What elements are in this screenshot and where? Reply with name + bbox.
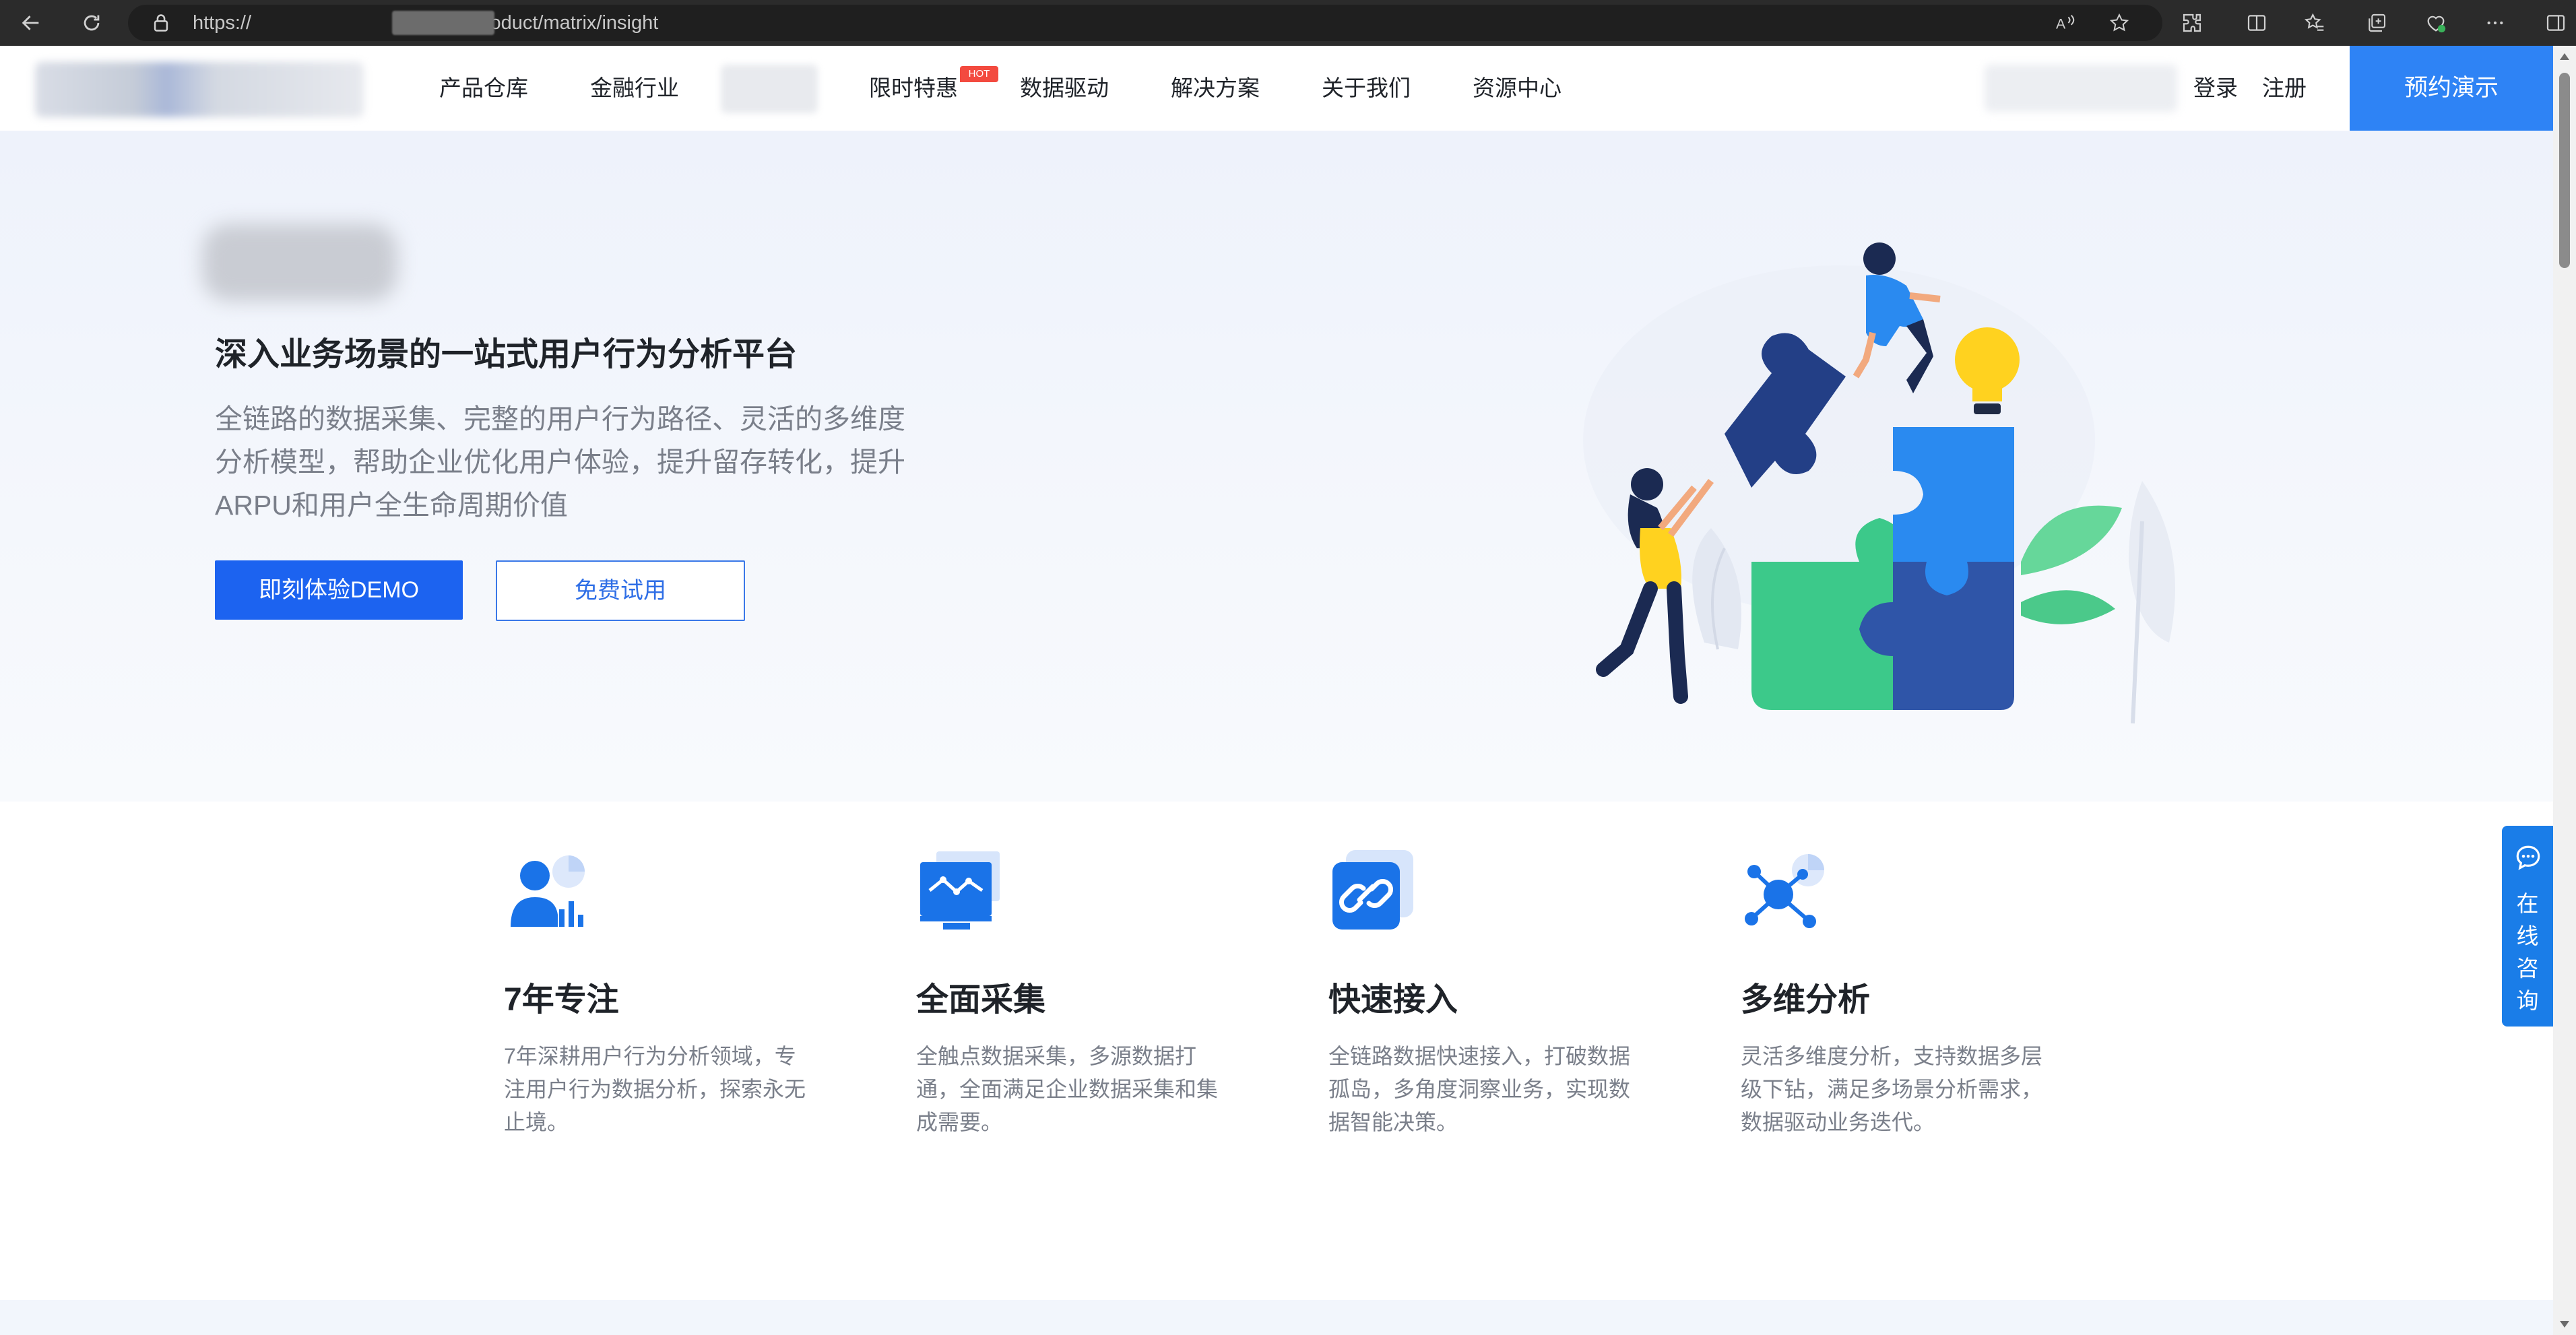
try-demo-button[interactable]: 即刻体验DEMO bbox=[215, 560, 463, 620]
url-redaction bbox=[392, 11, 494, 35]
feature-description: 7年深耕用户行为分析领域，专注用户行为数据分析，探索永无止境。 bbox=[504, 1044, 806, 1134]
free-trial-button[interactable]: 免费试用 bbox=[496, 560, 745, 621]
book-demo-button[interactable]: 预约演示 bbox=[2350, 46, 2553, 131]
split-screen-icon[interactable] bbox=[2241, 7, 2273, 39]
reload-icon[interactable] bbox=[75, 7, 108, 39]
scroll-up-icon[interactable] bbox=[2558, 51, 2571, 64]
hot-badge: HOT bbox=[960, 66, 998, 82]
puzzle-illustration bbox=[1583, 242, 2175, 724]
link-icon bbox=[1332, 850, 1413, 930]
feature-description: 全触点数据采集，多源数据打通，全面满足企业数据采集和集成需要。 bbox=[916, 1044, 1219, 1134]
hero-title: 深入业务场景的一站式用户行为分析平台 bbox=[215, 337, 798, 372]
nav-item-data-driven[interactable]: 数据驱动 bbox=[1020, 46, 1109, 131]
feature-title: 全面采集 bbox=[916, 982, 1046, 1018]
nav-item-redacted[interactable] bbox=[721, 65, 818, 113]
feature-title: 7年专注 bbox=[504, 982, 619, 1018]
feature-title: 多维分析 bbox=[1741, 982, 1871, 1018]
back-icon[interactable] bbox=[15, 7, 47, 39]
feature-description: 灵活多维度分析，支持数据多层级下钻，满足多场景分析需求，数据驱动业务迭代。 bbox=[1741, 1044, 2043, 1134]
svg-text:A: A bbox=[2056, 16, 2066, 32]
browser-essentials-icon[interactable] bbox=[2420, 7, 2452, 39]
monitor-chart-icon bbox=[920, 851, 1000, 930]
scrollbar-thumb[interactable] bbox=[2559, 73, 2570, 268]
hero-description: 全链路的数据采集、完整的用户行为路径、灵活的多维度分析模型，帮助企业优化用户体验… bbox=[215, 403, 905, 521]
scroll-down-icon[interactable] bbox=[2558, 1319, 2571, 1332]
hero-section: 深入业务场景的一站式用户行为分析平台 全链路的数据采集、完整的用户行为路径、灵活… bbox=[0, 131, 2553, 802]
chat-bubble-icon bbox=[2514, 843, 2542, 874]
page-scrollbar[interactable] bbox=[2553, 46, 2576, 1335]
favorites-icon[interactable] bbox=[2298, 7, 2331, 39]
header-redacted-area bbox=[1985, 65, 2177, 112]
site-header: 产品仓库 金融行业 限时特惠 HOT 数据驱动 解决方案 关于我们 资源中心 登… bbox=[0, 46, 2553, 131]
online-consult-label: 在线咨询 bbox=[2516, 891, 2539, 1013]
network-icon bbox=[1745, 854, 1824, 928]
favorite-star-icon[interactable] bbox=[2108, 13, 2130, 36]
register-link[interactable]: 注册 bbox=[2262, 46, 2307, 131]
browser-toolbar: https:///page/product/matrix/insight A bbox=[0, 0, 2576, 46]
nav-item-about[interactable]: 关于我们 bbox=[1322, 46, 1411, 131]
nav-item-finance[interactable]: 金融行业 bbox=[590, 46, 679, 131]
login-link[interactable]: 登录 bbox=[2193, 46, 2238, 131]
feature-title: 快速接入 bbox=[1328, 982, 1458, 1018]
user-chart-icon bbox=[511, 855, 585, 927]
read-aloud-icon[interactable]: A bbox=[2056, 13, 2079, 36]
features-section: 7年专注 7年深耕用户行为分析领域，专注用户行为数据分析，探索永无止境。 全面采… bbox=[0, 802, 2553, 1300]
more-menu-icon[interactable] bbox=[2479, 7, 2511, 39]
address-bar[interactable]: https:///page/product/matrix/insight A bbox=[128, 5, 2162, 41]
nav-item-solutions[interactable]: 解决方案 bbox=[1171, 46, 1260, 131]
nav-item-products[interactable]: 产品仓库 bbox=[439, 46, 528, 131]
nav-item-promotion[interactable]: 限时特惠 bbox=[869, 46, 958, 131]
lock-icon bbox=[152, 13, 170, 35]
url-prefix: https:// bbox=[193, 12, 252, 34]
feature-description: 全链路数据快速接入，打破数据孤岛，多角度洞察业务，实现数据智能决策。 bbox=[1328, 1044, 1631, 1134]
online-consult-button[interactable]: 在线咨询 bbox=[2502, 826, 2553, 1027]
extensions-icon[interactable] bbox=[2176, 7, 2208, 39]
next-section-band bbox=[0, 1300, 2553, 1335]
hero-product-logo bbox=[202, 224, 397, 301]
sidebar-toggle-icon[interactable] bbox=[2540, 7, 2572, 39]
collections-icon[interactable] bbox=[2360, 7, 2393, 39]
nav-item-resources[interactable]: 资源中心 bbox=[1473, 46, 1561, 131]
site-logo[interactable] bbox=[35, 62, 364, 117]
